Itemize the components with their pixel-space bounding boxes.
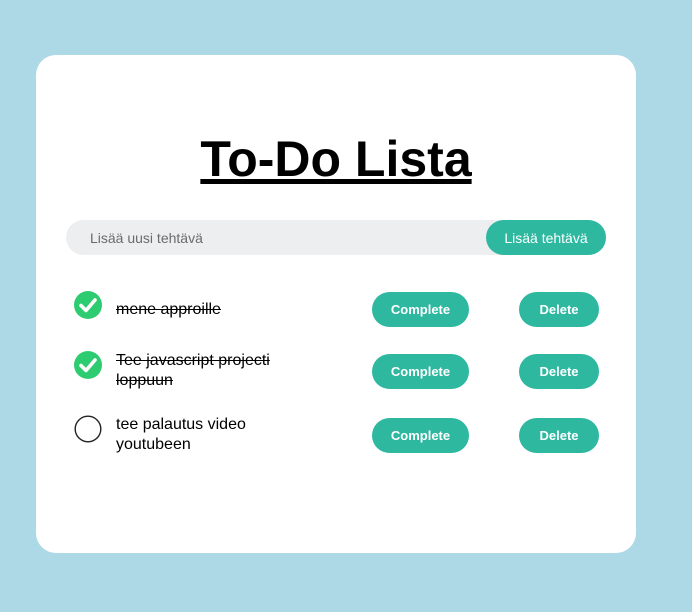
check-circle-icon[interactable] — [74, 291, 102, 319]
new-task-input[interactable] — [66, 220, 476, 255]
complete-button[interactable]: Complete — [372, 418, 469, 453]
task-item: Tee javascript projecti loppuun Complete… — [72, 351, 612, 391]
todo-card: To-Do Lista Lisää tehtävä mene approille… — [36, 55, 636, 553]
add-task-button[interactable]: Lisää tehtävä — [486, 220, 606, 255]
empty-circle-icon[interactable] — [74, 415, 102, 443]
delete-button[interactable]: Delete — [519, 354, 599, 389]
delete-button[interactable]: Delete — [519, 292, 599, 327]
task-item: mene approille Complete Delete — [72, 289, 612, 329]
delete-button[interactable]: Delete — [519, 418, 599, 453]
add-task-bar: Lisää tehtävä — [66, 220, 606, 255]
complete-button[interactable]: Complete — [372, 292, 469, 327]
page-title: To-Do Lista — [200, 131, 472, 187]
task-text: mene approille — [116, 301, 221, 318]
complete-button[interactable]: Complete — [372, 354, 469, 389]
task-text: tee palautus video youtubeen — [116, 416, 246, 453]
check-circle-icon[interactable] — [74, 351, 102, 379]
task-text: Tee javascript projecti loppuun — [116, 352, 270, 389]
task-item: tee palautus video youtubeen Complete De… — [72, 415, 612, 455]
